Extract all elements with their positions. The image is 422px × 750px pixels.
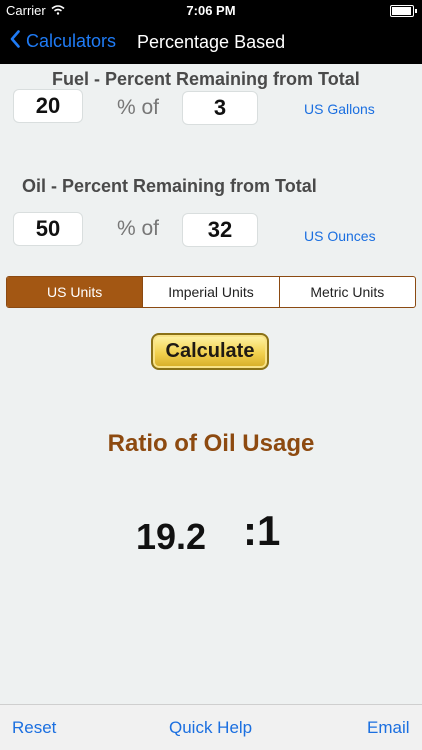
- fuel-section-title: Fuel - Percent Remaining from Total: [52, 69, 360, 89]
- page-title: Percentage Based: [137, 32, 286, 52]
- units-us-segment[interactable]: US Units: [7, 277, 143, 307]
- fuel-unit-label: US Gallons: [304, 101, 375, 117]
- bottom-toolbar: Reset Quick Help Email: [0, 704, 422, 750]
- oil-percent-input[interactable]: 50: [14, 213, 82, 245]
- status-time: 7:06 PM: [186, 3, 236, 18]
- battery-icon: [390, 5, 417, 17]
- ratio-title: Ratio of Oil Usage: [107, 430, 315, 457]
- fuel-percent-of-label: % of: [117, 96, 160, 119]
- top-bar: Carrier 7:06 PM Calculators Percentage B…: [0, 0, 422, 64]
- oil-section-title: Oil - Percent Remaining from Total: [22, 176, 317, 196]
- oil-percent-of-label: % of: [117, 217, 160, 240]
- units-segmented-control: US Units Imperial Units Metric Units: [6, 276, 416, 308]
- fuel-amount-input[interactable]: 3: [183, 92, 257, 124]
- email-button[interactable]: Email: [367, 718, 410, 738]
- fuel-percent-input[interactable]: 20: [14, 90, 82, 122]
- units-metric-segment[interactable]: Metric Units: [278, 277, 415, 307]
- chevron-left-icon: [10, 30, 20, 53]
- units-imperial-segment[interactable]: Imperial Units: [142, 277, 278, 307]
- calculator-panel: Fuel - Percent Remaining from Total 20 %…: [0, 64, 422, 704]
- ratio-value: 19.2: [136, 516, 207, 557]
- oil-unit-label: US Ounces: [304, 228, 376, 244]
- reset-button[interactable]: Reset: [12, 718, 56, 738]
- back-button-label: Calculators: [26, 31, 117, 51]
- quick-help-button[interactable]: Quick Help: [169, 718, 252, 738]
- ratio-suffix: :1: [243, 507, 281, 554]
- oil-amount-input[interactable]: 32: [183, 214, 257, 246]
- back-button[interactable]: Calculators: [10, 30, 116, 53]
- calculate-button[interactable]: Calculate: [151, 333, 269, 370]
